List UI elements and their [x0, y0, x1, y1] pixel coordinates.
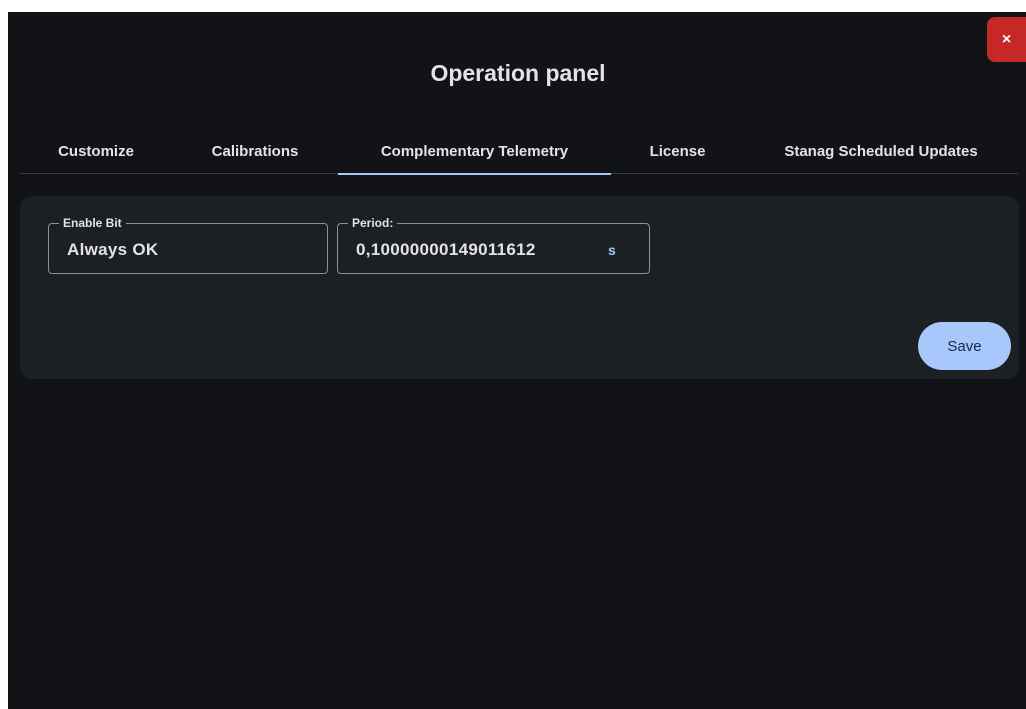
tab-stanag-scheduled-updates[interactable]: Stanag Scheduled Updates — [744, 128, 1018, 174]
tab-bar: Customize Calibrations Complementary Tel… — [20, 128, 1018, 175]
period-field[interactable]: Period: 0,10000000149011612 s — [337, 216, 650, 274]
tab-complementary-telemetry[interactable]: Complementary Telemetry — [338, 128, 611, 175]
tab-customize[interactable]: Customize — [20, 128, 172, 174]
period-value: 0,10000000149011612 — [356, 240, 536, 259]
enable-bit-label: Enable Bit — [59, 216, 126, 230]
save-button[interactable]: Save — [918, 322, 1011, 370]
close-button[interactable]: × — [987, 17, 1026, 62]
tab-license[interactable]: License — [611, 128, 744, 174]
enable-bit-field[interactable]: Enable Bit Always OK — [48, 216, 328, 274]
dialog-title: Operation panel — [430, 60, 606, 86]
close-icon: × — [1001, 30, 1012, 48]
tab-calibrations[interactable]: Calibrations — [172, 128, 338, 174]
period-label: Period: — [348, 216, 398, 230]
enable-bit-value: Always OK — [67, 240, 159, 259]
period-unit: s — [608, 242, 616, 258]
